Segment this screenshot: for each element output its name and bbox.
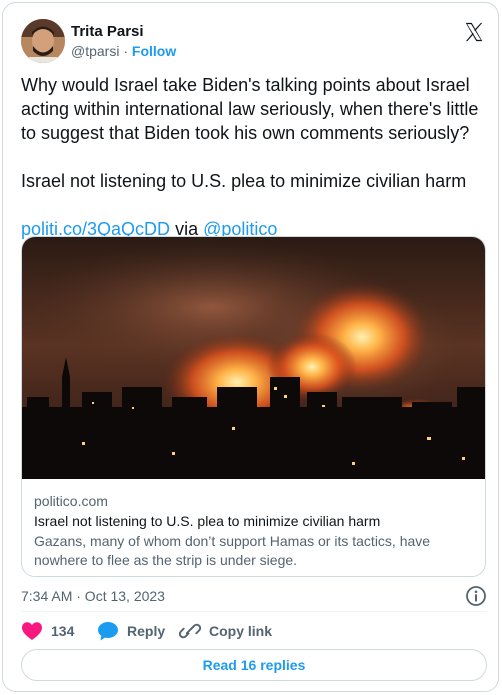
- author-handle-row: @tparsi · Follow: [71, 43, 176, 59]
- article-image: [22, 237, 485, 479]
- action-bar: 134 Reply Copy link: [21, 620, 491, 642]
- timestamp[interactable]: 7:34 AM · Oct 13, 2023: [21, 586, 165, 606]
- copy-link-button[interactable]: Copy link: [179, 620, 272, 642]
- info-icon[interactable]: [465, 585, 487, 607]
- read-replies-button[interactable]: Read 16 replies: [21, 649, 487, 681]
- reply-label: Reply: [127, 623, 166, 639]
- reply-bubble-icon: [98, 622, 118, 641]
- avatar[interactable]: [21, 19, 65, 63]
- like-button[interactable]: 134: [21, 620, 74, 642]
- author-name[interactable]: Trita Parsi: [71, 23, 144, 40]
- copy-link-label: Copy link: [209, 623, 273, 639]
- reply-button[interactable]: Reply: [97, 620, 165, 642]
- likes-count: 134: [51, 623, 75, 639]
- x-logo-icon[interactable]: [463, 21, 485, 43]
- follow-button[interactable]: Follow: [132, 43, 176, 59]
- author-handle[interactable]: @tparsi: [71, 43, 119, 59]
- tweet-paragraph: Why would Israel take Biden's talking po…: [21, 75, 479, 143]
- link-icon: [179, 623, 201, 639]
- separator: ·: [123, 43, 129, 59]
- link-card-title: Israel not listening to U.S. plea to min…: [34, 513, 381, 529]
- divider: [21, 611, 487, 612]
- link-card-description: Gazans, many of whom don’t support Hamas…: [34, 533, 431, 568]
- heart-icon: [22, 622, 42, 640]
- link-card-meta: politico.com Israel not listening to U.S…: [34, 491, 474, 570]
- link-preview-card[interactable]: politico.com Israel not listening to U.S…: [21, 236, 486, 577]
- tweet-paragraph: Israel not listening to U.S. plea to min…: [21, 171, 467, 191]
- tweet-card: Trita Parsi @tparsi · Follow Why would I…: [2, 2, 499, 692]
- link-card-domain: politico.com: [34, 493, 108, 509]
